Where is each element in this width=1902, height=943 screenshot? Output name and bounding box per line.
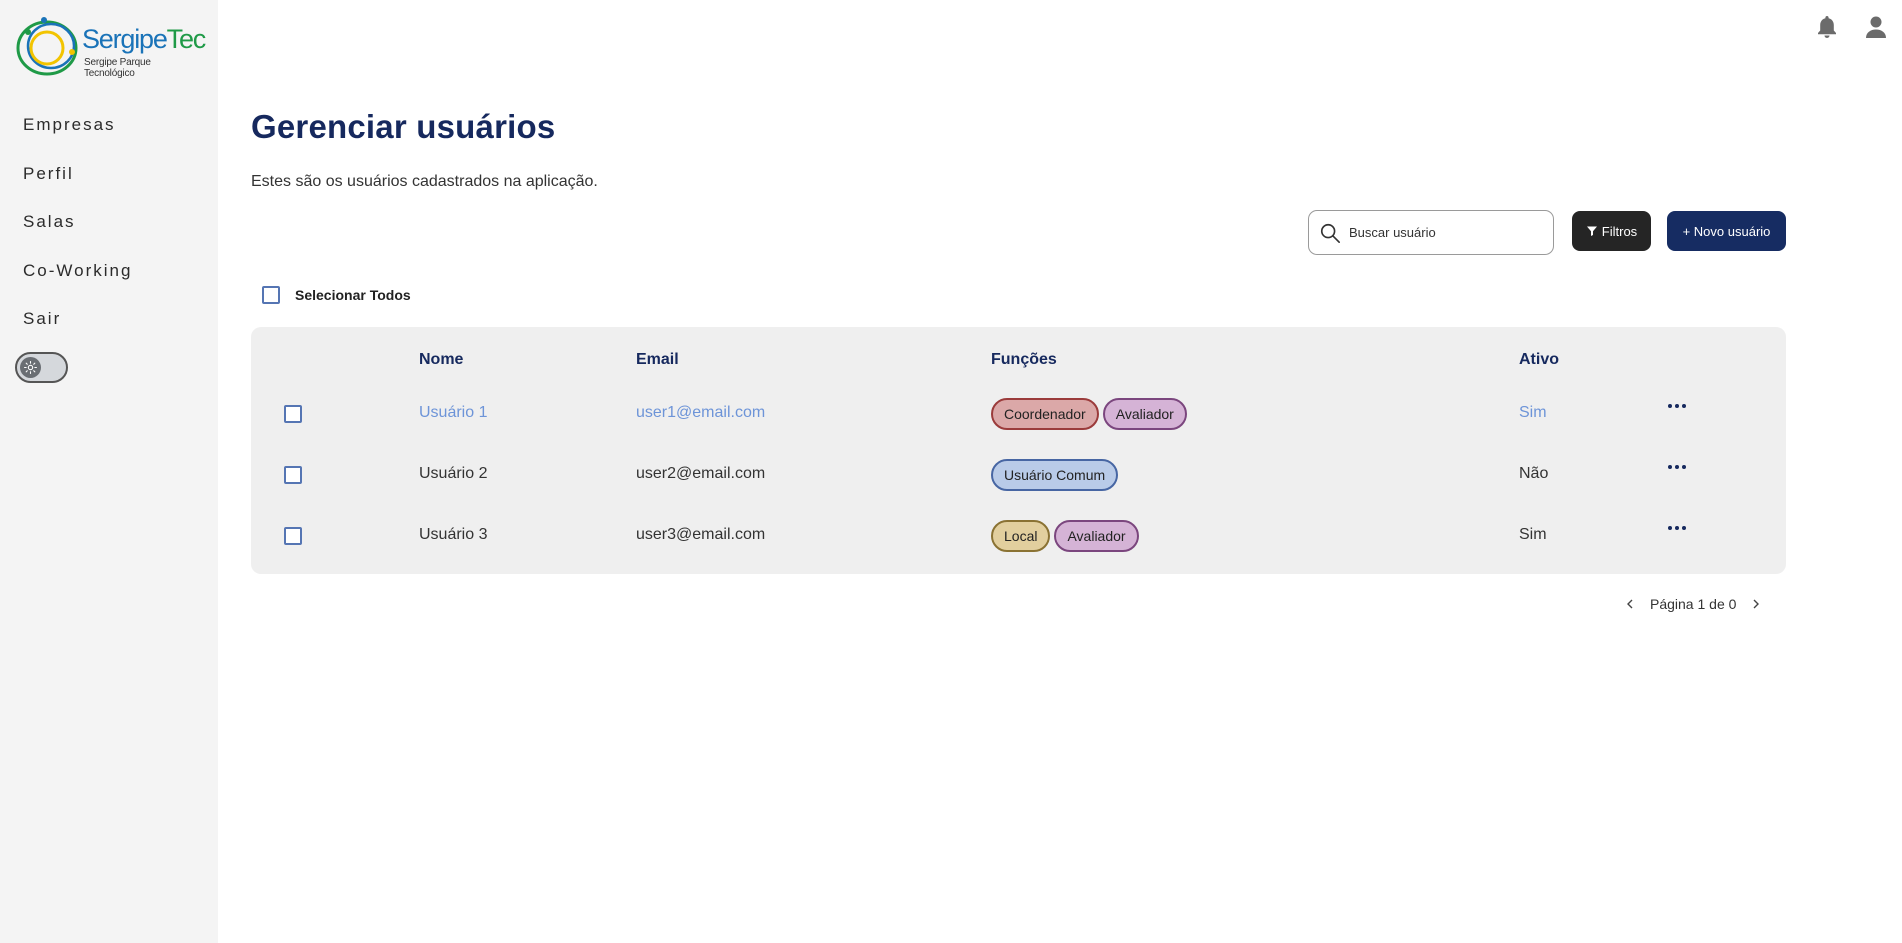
sidebar: SergipeTec Sergipe Parque Tecnológico Em… xyxy=(0,0,218,943)
role-badge: Coordenador xyxy=(991,398,1099,430)
filter-button[interactable]: Filtros xyxy=(1572,211,1651,251)
sidebar-item-empresas[interactable]: Empresas xyxy=(23,113,132,162)
select-all-label[interactable]: Selecionar Todos xyxy=(295,287,411,303)
logo-tagline: Sergipe Parque Tecnológico xyxy=(84,57,151,79)
logo[interactable]: SergipeTec Sergipe Parque Tecnológico xyxy=(14,12,206,82)
user-roles: Usuário Comum xyxy=(991,459,1122,491)
search-box[interactable] xyxy=(1308,210,1554,255)
column-header-funcoes[interactable]: Funções xyxy=(991,351,1057,369)
next-page-icon[interactable] xyxy=(1748,596,1764,612)
user-roles: Local Avaliador xyxy=(991,520,1143,552)
row-checkbox[interactable] xyxy=(284,405,302,423)
page-subtitle: Estes são os usuários cadastrados na apl… xyxy=(251,173,598,190)
role-badge: Local xyxy=(991,520,1051,552)
sidebar-nav: Empresas Perfil Salas Co-Working Sair xyxy=(23,113,132,356)
new-user-button[interactable]: + Novo usuário xyxy=(1667,211,1786,251)
row-checkbox[interactable] xyxy=(284,466,302,484)
user-email[interactable]: user1@email.com xyxy=(636,404,765,422)
column-header-email[interactable]: Email xyxy=(636,351,679,369)
user-name[interactable]: Usuário 1 xyxy=(419,404,487,422)
new-user-button-label: + Novo usuário xyxy=(1682,223,1771,239)
sidebar-item-perfil[interactable]: Perfil xyxy=(23,162,132,211)
filter-button-label: Filtros xyxy=(1601,223,1638,239)
select-all-checkbox[interactable] xyxy=(262,286,280,304)
theme-toggle[interactable] xyxy=(15,352,68,383)
theme-toggle-knob xyxy=(20,357,41,378)
sun-icon xyxy=(24,361,37,374)
role-badge: Avaliador xyxy=(1102,398,1187,430)
more-actions-icon[interactable] xyxy=(1663,457,1691,477)
role-badge: Avaliador xyxy=(1054,520,1139,552)
row-checkbox[interactable] xyxy=(284,527,302,545)
prev-page-icon[interactable] xyxy=(1622,596,1638,612)
app: SergipeTec Sergipe Parque Tecnológico Em… xyxy=(0,0,1902,943)
user-roles: Coordenador Avaliador xyxy=(991,398,1191,430)
table-row[interactable]: Usuário 1 user1@email.com Coordenador Av… xyxy=(251,392,1786,436)
role-badge: Usuário Comum xyxy=(991,459,1119,491)
bell-icon[interactable] xyxy=(1815,14,1841,40)
more-actions-icon[interactable] xyxy=(1663,396,1691,416)
user-email[interactable]: user2@email.com xyxy=(636,465,765,483)
sidebar-item-salas[interactable]: Salas xyxy=(23,210,132,259)
table-row[interactable]: Usuário 3 user3@email.com Local Avaliado… xyxy=(251,514,1786,558)
column-header-nome[interactable]: Nome xyxy=(419,351,463,369)
search-input[interactable] xyxy=(1349,225,1529,240)
filter-icon xyxy=(1586,226,1597,236)
logo-wordmark: SergipeTec xyxy=(82,24,206,54)
pagination: Página 1 de 0 xyxy=(1622,596,1764,612)
page-indicator: Página 1 de 0 xyxy=(1650,596,1737,612)
logo-emblem-icon xyxy=(16,17,78,76)
page-title: Gerenciar usuários xyxy=(251,108,556,145)
sidebar-item-sair[interactable]: Sair xyxy=(23,307,132,356)
sidebar-item-co-working[interactable]: Co-Working xyxy=(23,259,132,308)
users-table: Nome Email Funções Ativo Usuário 1 user1… xyxy=(251,327,1786,574)
table-row[interactable]: Usuário 2 user2@email.com Usuário Comum … xyxy=(251,453,1786,497)
more-actions-icon[interactable] xyxy=(1663,518,1691,538)
user-active: Não xyxy=(1519,465,1549,482)
user-icon[interactable] xyxy=(1864,14,1890,40)
user-active: Sim xyxy=(1519,526,1547,543)
search-icon xyxy=(1320,223,1340,243)
select-all: Selecionar Todos xyxy=(262,286,411,304)
user-name[interactable]: Usuário 3 xyxy=(419,526,487,544)
user-name[interactable]: Usuário 2 xyxy=(419,465,487,483)
user-email[interactable]: user3@email.com xyxy=(636,526,765,544)
user-active: Sim xyxy=(1519,404,1547,421)
column-header-ativo[interactable]: Ativo xyxy=(1519,351,1559,369)
